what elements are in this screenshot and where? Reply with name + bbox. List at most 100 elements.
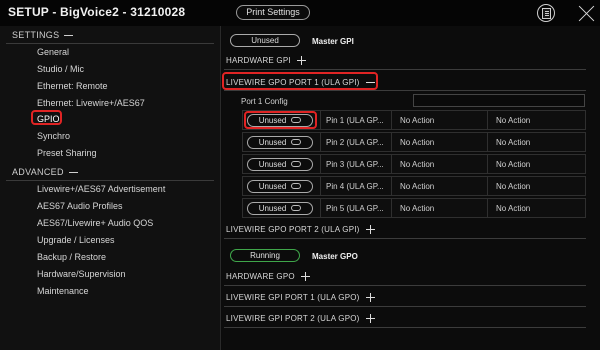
gpo-port1-highlight — [222, 72, 378, 90]
column-divider — [320, 111, 321, 129]
pin-name: Pin 3 (ULA GP... — [326, 160, 384, 169]
master-gpo-label: Master GPO — [312, 252, 358, 261]
gpio-highlight — [31, 110, 62, 125]
divider — [224, 327, 586, 328]
hardware-gpo-title: HARDWARE GPO — [226, 272, 295, 281]
column-divider — [391, 177, 392, 195]
port1-config-input[interactable] — [413, 94, 585, 107]
pin-action-2[interactable]: No Action — [496, 160, 530, 169]
column-divider — [487, 177, 488, 195]
gpi-port1-section[interactable]: LIVEWIRE GPI PORT 1 (ULA GPO) — [226, 293, 375, 303]
master-gpi-label: Master GPI — [312, 37, 354, 46]
pin-row: Unused Pin 5 (ULA GP... No Action No Act… — [242, 198, 586, 218]
sidebar-item-preset-sharing[interactable]: Preset Sharing — [37, 148, 97, 158]
settings-section-header[interactable]: SETTINGS — [12, 30, 74, 40]
column-divider — [487, 133, 488, 151]
doc-line — [545, 11, 549, 12]
toggle-icon — [291, 161, 302, 168]
pin-status-label: Unused — [258, 138, 287, 147]
pin-name: Pin 2 (ULA GP... — [326, 138, 384, 147]
page-icon-shape — [542, 8, 551, 19]
sidebar-item-ethernet-livewire[interactable]: Ethernet: Livewire+/AES67 — [37, 98, 145, 108]
column-divider — [320, 199, 321, 217]
gpo-port2-section[interactable]: LIVEWIRE GPO PORT 2 (ULA GPI) — [226, 225, 375, 235]
pin-action-1[interactable]: No Action — [400, 138, 434, 147]
pin-action-1[interactable]: No Action — [400, 160, 434, 169]
expand-plus-icon[interactable] — [365, 225, 375, 235]
pin-row: Unused Pin 3 (ULA GP... No Action No Act… — [242, 154, 586, 174]
column-divider — [391, 111, 392, 129]
master-gpi-status-button[interactable]: Unused — [230, 34, 300, 47]
divider — [6, 43, 214, 44]
column-divider — [320, 155, 321, 173]
toggle-icon — [291, 205, 302, 212]
gpi-port2-title: LIVEWIRE GPI PORT 2 (ULA GPO) — [226, 314, 360, 323]
sidebar-item-hardware-supervision[interactable]: Hardware/Supervision — [37, 269, 126, 279]
pin-action-2[interactable]: No Action — [496, 116, 530, 125]
title-bar: SETUP - BigVoice2 - 31210028 Print Setti… — [0, 0, 600, 26]
pin-status-label: Unused — [258, 160, 287, 169]
collapse-icon[interactable] — [68, 172, 78, 174]
sidebar-item-livewire-advertisement[interactable]: Livewire+/AES67 Advertisement — [37, 184, 165, 194]
expand-plus-icon[interactable] — [365, 293, 375, 303]
pin4-status-toggle[interactable]: Unused — [247, 180, 313, 193]
column-divider — [487, 111, 488, 129]
divider — [224, 69, 586, 70]
divider — [224, 238, 586, 239]
pin5-status-toggle[interactable]: Unused — [247, 202, 313, 215]
master-gpo-status-button[interactable]: Running — [230, 249, 300, 262]
pin-action-2[interactable]: No Action — [496, 204, 530, 213]
column-divider — [320, 133, 321, 151]
pin-status-label: Unused — [258, 204, 287, 213]
column-divider — [391, 133, 392, 151]
sidebar-item-upgrade-licenses[interactable]: Upgrade / Licenses — [37, 235, 115, 245]
doc-line — [545, 15, 549, 16]
document-icon[interactable] — [537, 4, 555, 22]
sidebar-item-aes67-audio-profiles[interactable]: AES67 Audio Profiles — [37, 201, 123, 211]
hardware-gpi-title: HARDWARE GPI — [226, 56, 291, 65]
window-title: SETUP - BigVoice2 - 31210028 — [8, 5, 186, 19]
column-divider — [391, 199, 392, 217]
sidebar-item-backup-restore[interactable]: Backup / Restore — [37, 252, 106, 262]
pin-action-2[interactable]: No Action — [496, 182, 530, 191]
sidebar-item-general[interactable]: General — [37, 47, 69, 57]
pin-action-1[interactable]: No Action — [400, 182, 434, 191]
pin-row: Unused Pin 4 (ULA GP... No Action No Act… — [242, 176, 586, 196]
column-divider — [487, 199, 488, 217]
sidebar-item-ethernet-remote[interactable]: Ethernet: Remote — [37, 81, 108, 91]
column-divider — [391, 155, 392, 173]
advanced-header-label: ADVANCED — [12, 167, 64, 177]
sidebar-item-synchro[interactable]: Synchro — [37, 131, 70, 141]
expand-plus-icon[interactable] — [296, 56, 306, 66]
print-settings-button[interactable]: Print Settings — [236, 5, 310, 20]
divider — [6, 180, 214, 181]
column-divider — [487, 155, 488, 173]
expand-plus-icon[interactable] — [300, 272, 310, 282]
collapse-icon[interactable] — [64, 35, 74, 37]
hardware-gpo-section[interactable]: HARDWARE GPO — [226, 272, 310, 282]
gpio-panel: Unused Master GPI HARDWARE GPI LIVEWIRE … — [222, 26, 600, 350]
setup-window: SETUP - BigVoice2 - 31210028 Print Setti… — [0, 0, 600, 350]
toggle-icon — [291, 139, 302, 146]
pin3-status-toggle[interactable]: Unused — [247, 158, 313, 171]
pin-action-1[interactable]: No Action — [400, 204, 434, 213]
sidebar-item-studio-mic[interactable]: Studio / Mic — [37, 64, 84, 74]
expand-plus-icon[interactable] — [365, 314, 375, 324]
sidebar-item-maintenance[interactable]: Maintenance — [37, 286, 89, 296]
advanced-section-header[interactable]: ADVANCED — [12, 167, 78, 177]
pin-status-label: Unused — [258, 182, 287, 191]
pin2-status-toggle[interactable]: Unused — [247, 136, 313, 149]
close-icon[interactable] — [578, 5, 595, 22]
hardware-gpi-section[interactable]: HARDWARE GPI — [226, 56, 306, 66]
sidebar-item-audio-qos[interactable]: AES67/Livewire+ Audio QOS — [37, 218, 153, 228]
port1-config-label: Port 1 Config — [241, 97, 288, 106]
pin1-highlight — [244, 111, 317, 129]
pin-action-2[interactable]: No Action — [496, 138, 530, 147]
divider — [224, 285, 586, 286]
gpi-port1-title: LIVEWIRE GPI PORT 1 (ULA GPO) — [226, 293, 360, 302]
gpi-port2-section[interactable]: LIVEWIRE GPI PORT 2 (ULA GPO) — [226, 314, 375, 324]
divider — [224, 306, 586, 307]
pin-action-1[interactable]: No Action — [400, 116, 434, 125]
pin-row: Unused Pin 2 (ULA GP... No Action No Act… — [242, 132, 586, 152]
gpo-port2-title: LIVEWIRE GPO PORT 2 (ULA GPI) — [226, 225, 360, 234]
